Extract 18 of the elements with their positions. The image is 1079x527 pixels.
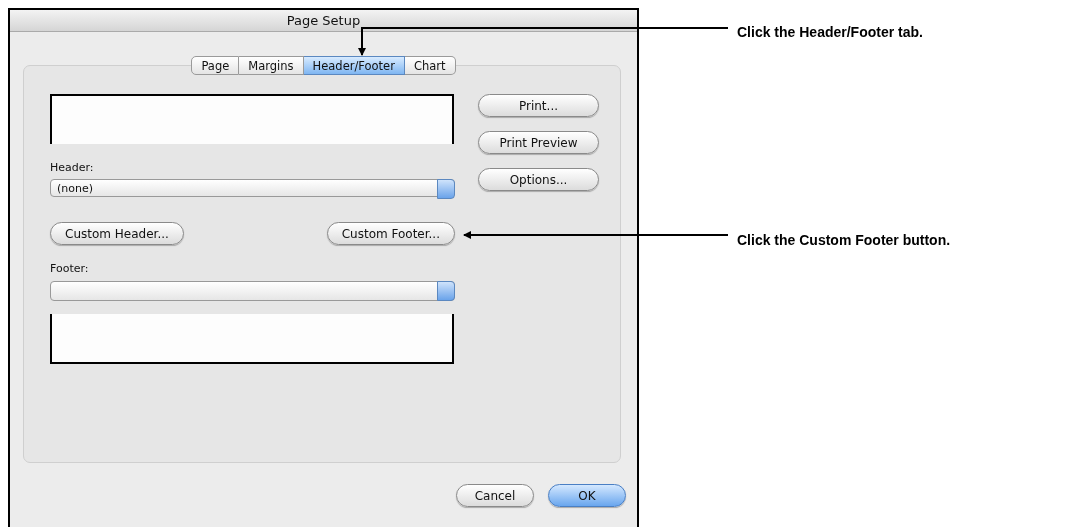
ok-button[interactable]: OK <box>548 484 626 507</box>
side-button[interactable]: Options... <box>478 168 599 191</box>
tab[interactable]: Margins <box>239 56 304 75</box>
header-label: Header: <box>50 161 95 175</box>
side-button[interactable]: Print Preview <box>478 131 599 154</box>
custom-button[interactable]: Custom Header... <box>50 222 184 245</box>
header-dropdown[interactable]: (none) <box>50 179 455 197</box>
cancel-button[interactable]: Cancel <box>456 484 534 507</box>
tab[interactable]: Chart <box>404 56 456 75</box>
window-title: Page Setup <box>10 10 637 32</box>
side-button[interactable]: Print... <box>478 94 599 117</box>
callout-text: Click the Custom Footer button. <box>737 232 951 250</box>
footer-label: Footer: <box>50 262 90 276</box>
tab[interactable]: Header/Footer <box>303 56 405 75</box>
footer-dropdown[interactable] <box>50 281 455 301</box>
custom-button[interactable]: Custom Footer... <box>326 222 455 245</box>
tab[interactable]: Page <box>191 56 240 75</box>
callout-text: Click the Header/Footer tab. <box>737 24 924 42</box>
